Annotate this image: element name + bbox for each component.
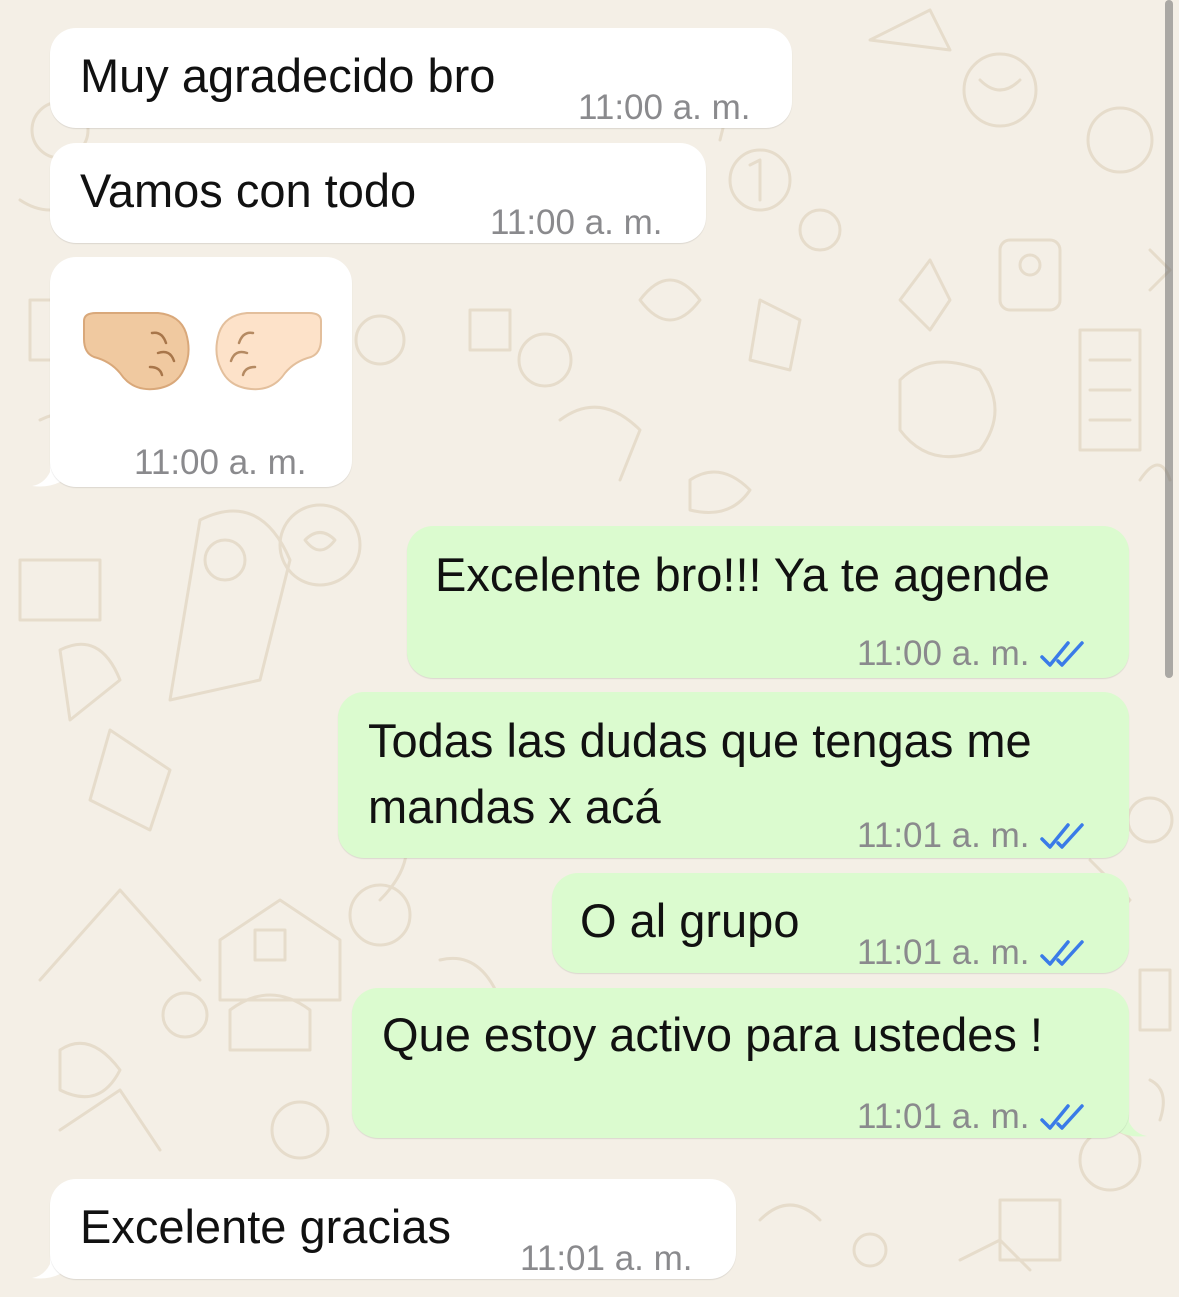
message-timestamp: 11:01 a. m. — [857, 920, 1086, 986]
message-outgoing[interactable]: Que estoy activo para ustedes ! 11:01 a.… — [352, 988, 1129, 1138]
timestamp-text: 11:01 a. m. — [520, 1239, 693, 1278]
message-timestamp: 11:00 a. m. — [134, 430, 307, 496]
chat-messages: Muy agradecido bro 11:00 a. m. Vamos con… — [0, 0, 1179, 1297]
message-timestamp: 11:01 a. m. — [520, 1226, 693, 1292]
message-incoming[interactable]: Muy agradecido bro 11:00 a. m. — [50, 28, 792, 128]
message-text: Vamos con todo — [80, 164, 417, 217]
read-receipt-icon — [1039, 641, 1084, 667]
timestamp-text: 11:01 a. m. — [857, 816, 1030, 855]
message-text: Muy agradecido bro — [80, 49, 496, 102]
message-text: O al grupo — [580, 894, 800, 947]
message-outgoing[interactable]: O al grupo 11:01 a. m. — [552, 873, 1129, 973]
message-timestamp: 11:01 a. m. — [857, 1084, 1086, 1150]
message-timestamp: 11:00 a. m. — [578, 75, 751, 141]
read-receipt-icon — [1039, 823, 1084, 849]
message-incoming[interactable]: Vamos con todo 11:00 a. m. — [50, 143, 706, 243]
message-timestamp: 11:00 a. m. — [490, 190, 663, 256]
message-timestamp: 11:00 a. m. — [857, 621, 1086, 687]
message-incoming[interactable]: Excelente gracias 11:01 a. m. — [50, 1179, 736, 1279]
timestamp-text: 11:00 a. m. — [490, 203, 663, 242]
message-text: Que estoy activo para ustedes ! — [382, 1008, 1043, 1061]
message-outgoing[interactable]: Todas las dudas que tengas me mandas x a… — [338, 692, 1129, 858]
message-text-line-1: Todas las dudas que tengas me — [368, 714, 1032, 767]
timestamp-text: 11:00 a. m. — [134, 443, 307, 482]
fist-bump-emoji — [80, 309, 325, 393]
read-receipt-icon — [1039, 940, 1084, 966]
timestamp-text: 11:00 a. m. — [857, 634, 1030, 673]
timestamp-text: 11:01 a. m. — [857, 933, 1030, 972]
message-incoming-emoji[interactable]: 11:00 a. m. — [50, 257, 352, 487]
timestamp-text: 11:01 a. m. — [857, 1097, 1030, 1136]
timestamp-text: 11:00 a. m. — [578, 88, 751, 127]
read-receipt-icon — [1039, 1104, 1084, 1130]
message-text: Excelente bro!!! Ya te agende — [435, 548, 1050, 601]
scrollbar[interactable] — [1165, 0, 1173, 678]
message-timestamp: 11:01 a. m. — [857, 803, 1086, 869]
message-text-line-2: mandas x acá — [368, 780, 661, 833]
message-text: Excelente gracias — [80, 1200, 451, 1253]
message-outgoing[interactable]: Excelente bro!!! Ya te agende 11:00 a. m… — [407, 526, 1129, 678]
